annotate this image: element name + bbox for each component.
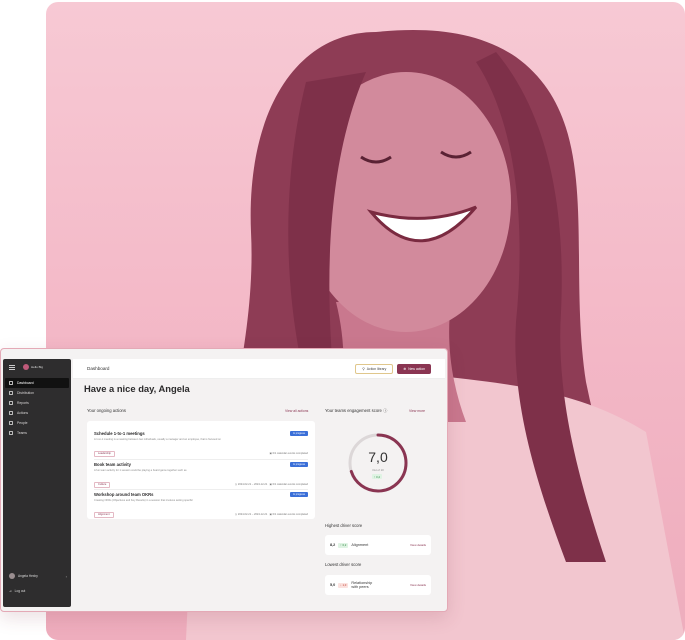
sidebar-item-label: People: [17, 421, 28, 425]
highest-driver-title: Highest driver score: [325, 523, 363, 528]
new-action-label: New action: [408, 366, 425, 371]
heart-icon: [9, 391, 13, 395]
action-description: A fun team activity for 1 session could …: [94, 469, 187, 472]
action-dates: 2024-02-21 – 2024-12-21: [237, 483, 268, 486]
status-badge: In progress: [290, 431, 308, 436]
driver-name-line: with peers: [351, 585, 369, 589]
app-window: Hello Big Dashboard Distribution Reports: [0, 348, 448, 612]
logo-mark: [23, 364, 29, 370]
new-action-button[interactable]: ⊕ New action: [397, 363, 431, 374]
sidebar-item-label: Actions: [17, 411, 29, 415]
sidebar-item-label: Dashboard: [17, 381, 34, 385]
events-count: 0/1 calendar events completed: [272, 513, 308, 516]
calendar-icon: ▣: [269, 513, 272, 516]
people-icon: [9, 421, 13, 425]
chevron-right-icon: ›: [65, 573, 67, 579]
sidebar-item-people[interactable]: People: [3, 418, 71, 428]
greeting: Have a nice day, Angela: [84, 383, 190, 394]
grid-icon: [9, 381, 13, 385]
category-tag: Culture: [94, 481, 111, 488]
view-more-link[interactable]: View more: [409, 409, 425, 413]
divider: [94, 459, 308, 460]
bolt-icon: [9, 411, 13, 415]
driver-name-line: Relationship: [351, 580, 373, 585]
logout-label: Log out: [14, 589, 26, 593]
driver-delta-badge: ↓ 1,0: [338, 582, 349, 588]
category-tag: Alignment: [94, 511, 114, 518]
logo-text: Hello Big: [31, 365, 44, 369]
score-delta-badge: ↑ 0,2: [372, 474, 383, 479]
status-badge: In progress: [290, 462, 308, 467]
sidebar-top: Hello Big: [3, 359, 71, 375]
action-meta: ◷ 2024-02-21 – 2024-12-21 ▣ 0/1 calendar…: [235, 513, 308, 516]
highest-driver-card: 8,2 ↑ 0,2 Alignment View details: [325, 535, 431, 555]
avatar: [9, 573, 15, 579]
library-icon: ⚲: [362, 366, 365, 371]
sidebar-item-label: Teams: [17, 431, 27, 435]
user-menu[interactable]: Angela Hexby ›: [9, 573, 67, 579]
sidebar-item-teams[interactable]: Teams: [3, 428, 71, 438]
action-item[interactable]: Book team activity A fun team activity f…: [94, 462, 308, 488]
status-badge: In progress: [290, 492, 308, 497]
view-details-link[interactable]: View details: [410, 583, 426, 587]
clock-icon: ◷: [234, 513, 238, 516]
driver-name: Relationship with peers: [351, 581, 372, 590]
sidebar-item-label: Reports: [17, 401, 29, 405]
topbar-actions: ⚲ Action library ⊕ New action: [355, 363, 431, 374]
sidebar-item-dashboard[interactable]: Dashboard: [5, 378, 69, 388]
events-count: 0/1 calendar events completed: [272, 452, 308, 455]
action-meta: ◷ 2024-02-21 – 2024-12-21 ▣ 0/1 calendar…: [235, 483, 308, 486]
action-description: A 1-to-1 meeting is a meeting between tw…: [94, 438, 221, 441]
action-meta: ▣ 0/1 calendar events completed: [269, 452, 308, 455]
file-icon: [9, 401, 13, 405]
engagement-title-text: Your teams engagement score: [325, 408, 382, 413]
score-subtitle: Out of 10: [372, 468, 384, 472]
sidebar-item-actions[interactable]: Actions: [3, 408, 71, 418]
sidebar-item-distribution[interactable]: Distribution: [3, 388, 71, 398]
lowest-driver-card: 5,0 ↓ 1,0 Relationship with peers View d…: [325, 575, 431, 595]
action-item[interactable]: Workshop around team OKRs Creating OKRs …: [94, 492, 308, 518]
score-value: 7,0: [368, 449, 388, 465]
sidebar: Hello Big Dashboard Distribution Reports: [3, 359, 71, 607]
divider: [94, 489, 308, 490]
topbar: Dashboard ⚲ Action library ⊕ New action: [73, 359, 445, 379]
ongoing-actions-title: Your ongoing actions: [87, 408, 126, 413]
action-title: Schedule 1-to-1 meetings: [94, 431, 145, 436]
menu-icon[interactable]: [9, 364, 15, 370]
category-tag: Leadership: [94, 450, 115, 457]
calendar-icon: ▣: [269, 452, 272, 455]
driver-score: 8,2: [330, 543, 336, 547]
logout-button[interactable]: ⇥ Log out: [9, 589, 25, 593]
view-all-actions-link[interactable]: View all actions: [285, 409, 308, 413]
driver-delta-badge: ↑ 0,2: [338, 542, 349, 548]
events-count: 0/1 calendar events completed: [272, 483, 308, 486]
action-dates: 2024-02-21 – 2024-12-21: [237, 513, 268, 516]
engagement-title: Your teams engagement score ⓘ: [325, 408, 387, 414]
sidebar-item-reports[interactable]: Reports: [3, 398, 71, 408]
engagement-score-card: 7,0 Out of 10 ↑ 0,2: [325, 421, 431, 517]
clock-icon: ◷: [234, 483, 238, 486]
user-name: Angela Hexby: [18, 574, 38, 578]
ongoing-actions-card: Schedule 1-to-1 meetings A 1-to-1 meetin…: [87, 421, 315, 519]
logo: Hello Big: [23, 364, 43, 370]
plus-icon: ⊕: [403, 366, 407, 371]
action-library-label: Action library: [366, 366, 387, 371]
action-title: Workshop around team OKRs: [94, 492, 154, 497]
info-icon[interactable]: ⓘ: [383, 408, 387, 413]
driver-name: Alignment: [351, 542, 369, 547]
logout-icon: ⇥: [9, 589, 12, 593]
action-description: Creating OKRs (Objectives and Key Result…: [94, 499, 193, 502]
driver-score: 5,0: [330, 583, 336, 587]
calendar-icon: ▣: [269, 483, 272, 486]
action-item[interactable]: Schedule 1-to-1 meetings A 1-to-1 meetin…: [94, 431, 308, 457]
action-library-button[interactable]: ⚲ Action library: [355, 363, 394, 374]
view-details-link[interactable]: View details: [410, 543, 426, 547]
stage: Hello Big Dashboard Distribution Reports: [0, 0, 685, 640]
lowest-driver-title: Lowest driver score: [325, 562, 362, 567]
team-icon: [9, 431, 13, 435]
page-title: Dashboard: [87, 366, 110, 371]
sidebar-item-label: Distribution: [17, 391, 34, 395]
sidebar-nav: Dashboard Distribution Reports Actions P…: [3, 378, 71, 438]
action-title: Book team activity: [94, 462, 132, 467]
